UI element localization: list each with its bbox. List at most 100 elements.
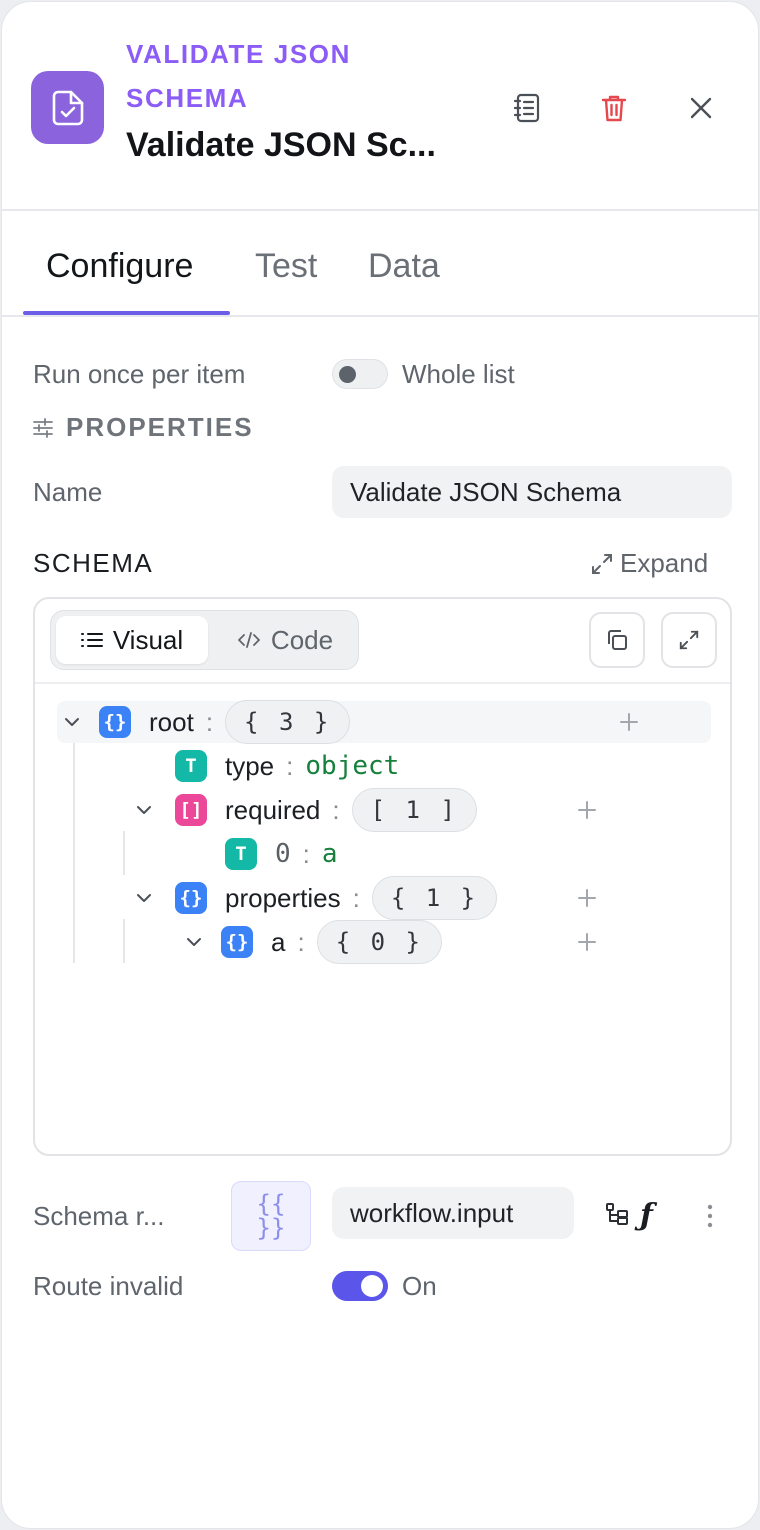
tree-node-required-item: T 0 : a [225,834,338,874]
plus-icon [620,713,638,731]
route-invalid-label: Route invalid [33,1271,184,1301]
code-view-label: Code [270,624,334,655]
tree-node-properties: {} properties : { 1 } [133,876,498,920]
tree-node-required: [] required : [ 1 ] [133,788,477,832]
expand-button[interactable]: Expand [590,548,708,579]
variable-picker-button[interactable] [604,1201,632,1229]
tree-guide-line [73,743,75,963]
tree-node-type: T type : object [175,746,399,786]
tree-colon: : [302,838,310,869]
tree-string-value[interactable]: object [305,751,399,781]
toggle-knob [361,1275,383,1297]
plus-icon [578,801,596,819]
function-button[interactable]: ƒ [640,1198,653,1233]
docs-button[interactable] [505,86,549,130]
list-icon [80,633,103,647]
schema-label: SCHEMA [33,548,154,578]
node-config-panel: VALIDATE JSON SCHEMA Validate JSON Sc...… [1,1,759,1529]
tree-colon: : [332,794,340,825]
add-child-button[interactable] [574,929,600,955]
active-tab-indicator [23,311,230,315]
tree-key: properties [225,882,341,913]
route-invalid-toggle[interactable] [332,1271,388,1301]
expand-icon [679,630,699,650]
visual-view-button[interactable]: Visual [56,616,208,664]
node-title: Validate JSON Sc... [126,126,436,164]
tree-guide-line [123,919,125,963]
run-mode-toggle[interactable] [332,359,388,389]
array-type-icon: [] [175,794,207,826]
add-child-button[interactable] [574,797,600,823]
chevron-down-icon[interactable] [133,887,155,909]
properties-heading: PROPERTIES [66,412,254,442]
tree-node-root: {} root : { 3 } [61,700,351,744]
name-input[interactable] [332,466,732,518]
run-mode-label: Run once per item [33,359,246,389]
chevron-down-icon[interactable] [61,711,83,733]
object-type-icon: {} [175,882,207,914]
schema-source-label: Schema r... [33,1201,165,1231]
tree-key: root [149,706,194,737]
tree-node-property-a: {} a : { 0 } [183,920,442,964]
fullscreen-button[interactable] [661,612,717,668]
tree-summary-badge: { 3 } [225,700,351,744]
tree-summary-badge: [ 1 ] [351,788,477,832]
code-view-button[interactable]: Code [217,616,353,664]
toggle-knob [339,366,356,383]
tree-index: 0 [275,839,291,869]
more-vertical-icon [707,1204,713,1228]
tree-string-value[interactable]: a [322,839,338,869]
tree-colon: : [205,706,214,737]
tree-colon: : [286,750,294,781]
sliders-icon [32,418,54,443]
schema-source-input[interactable] [332,1187,574,1239]
template-expression-button[interactable]: {{ }} [231,1181,311,1251]
tab-configure[interactable]: Configure [46,247,193,286]
string-type-icon: T [175,750,207,782]
delete-button[interactable] [592,86,636,130]
function-icon: ƒ [640,1198,653,1233]
trash-icon [601,95,627,122]
tree-summary-badge: { 1 } [371,876,498,920]
panel-header: VALIDATE JSON SCHEMA Validate JSON Sc... [2,2,758,211]
object-type-icon: {} [99,706,131,738]
tab-test[interactable]: Test [255,247,317,286]
schema-editor: Visual Code {} root: {3} T type: obj… [33,597,732,1156]
copy-icon [608,630,627,650]
file-check-icon [31,71,104,144]
tree-colon: : [352,882,360,913]
string-type-icon: T [225,838,257,870]
tab-bar: Configure Test Data [2,213,758,317]
tree-key: a [271,926,286,957]
close-icon [690,97,712,119]
visual-view-label: Visual [112,624,184,655]
run-mode-value: Whole list [402,359,515,389]
tab-data[interactable]: Data [368,247,440,286]
notebook-icon [513,93,540,123]
copy-button[interactable] [589,612,645,668]
close-button[interactable] [679,86,723,130]
tree-key: type [225,750,275,781]
view-mode-switch: Visual Code [50,610,359,670]
add-child-button[interactable] [616,709,642,735]
name-label: Name [33,477,103,507]
plus-icon [578,933,596,951]
object-type-icon: {} [221,926,253,958]
tree-colon: : [297,926,305,957]
chevron-down-icon[interactable] [183,931,205,953]
tree-picker-icon [606,1203,628,1225]
tree-key: required [225,794,321,825]
expand-icon [592,553,612,574]
chevron-down-icon[interactable] [133,799,155,821]
template-braces-icon: {{ }} [256,1190,286,1242]
expand-label: Expand [620,548,709,578]
add-child-button[interactable] [574,885,600,911]
route-invalid-value: On [402,1271,437,1301]
more-options-button[interactable] [700,1202,720,1230]
editor-divider [35,682,730,684]
tree-summary-badge: { 0 } [316,920,442,964]
plus-icon [578,889,596,907]
tree-guide-line [123,831,125,875]
node-type-label: VALIDATE JSON SCHEMA [126,39,351,113]
code-icon [238,632,260,648]
